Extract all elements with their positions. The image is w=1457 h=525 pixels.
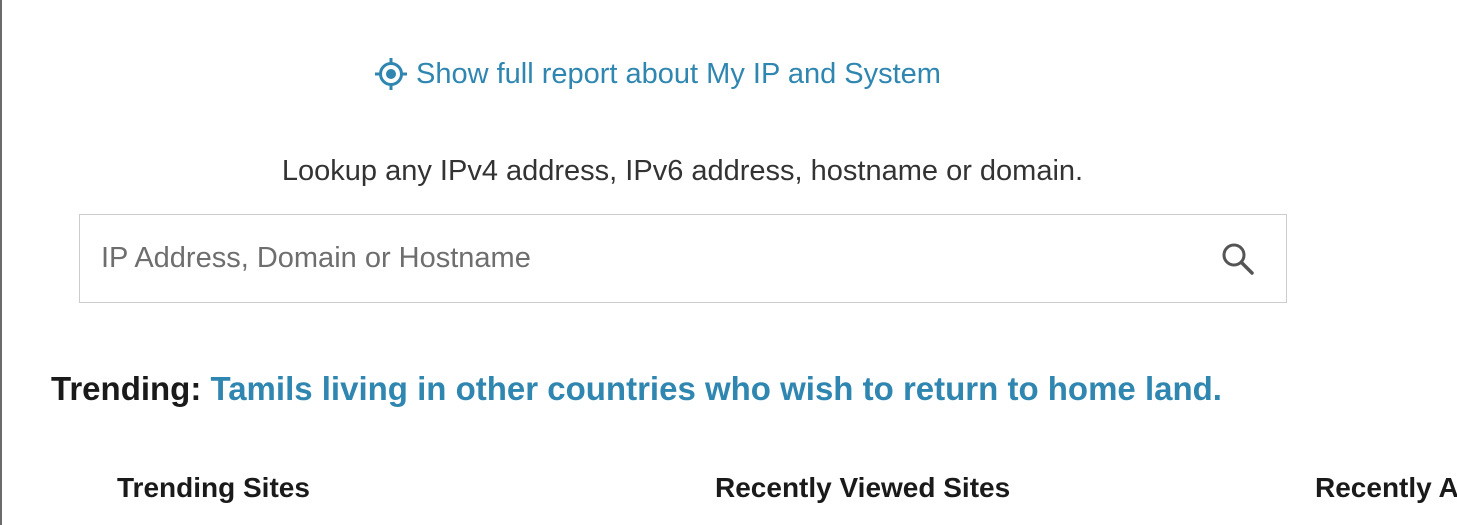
trending-sites-heading: Trending Sites: [117, 472, 310, 503]
search-box: [79, 214, 1287, 303]
target-icon: [374, 57, 408, 91]
recently-viewed-sites-heading: Recently Viewed Sites: [715, 472, 1011, 503]
search-input[interactable]: [80, 215, 1190, 302]
recently-added-sites-heading: Recently A: [1315, 472, 1457, 503]
lookup-prompt: Lookup any IPv4 address, IPv6 address, h…: [281, 155, 1084, 187]
show-full-report-link[interactable]: Show full report about My IP and System: [374, 54, 941, 94]
trending-link[interactable]: Tamils living in other countries who wis…: [211, 370, 1222, 407]
trending-label: Trending:: [51, 370, 202, 407]
trending-row: Trending: Tamils living in other countri…: [51, 366, 1222, 412]
window-left-border: [0, 0, 2, 525]
search-icon[interactable]: [1220, 241, 1256, 277]
show-full-report-label: Show full report about My IP and System: [416, 57, 941, 90]
